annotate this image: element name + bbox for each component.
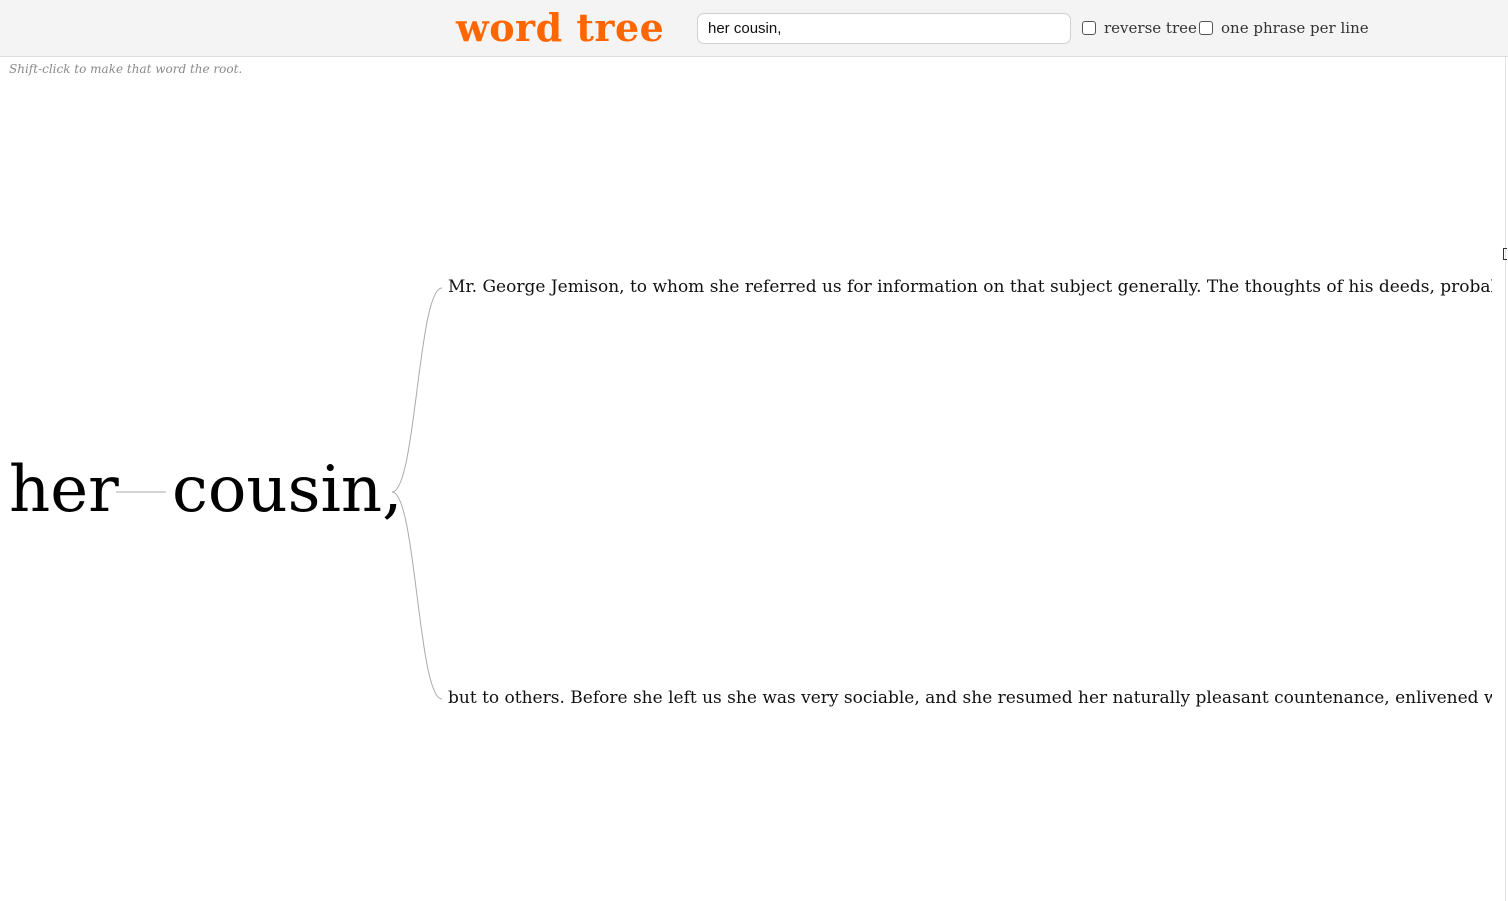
branch-phrase-1[interactable]: Mr. George Jemison, to whom she referred… [448,276,1492,298]
one-phrase-per-line-label: one phrase per line [1221,19,1369,37]
scroll-marker-icon [1503,248,1507,260]
search-input[interactable] [697,13,1071,44]
checkbox-icon[interactable] [1082,21,1096,35]
top-bar: word tree reverse tree one phrase per li… [0,0,1508,57]
reverse-tree-label: reverse tree [1104,19,1197,37]
root-word-cousin[interactable]: cousin, [172,458,402,522]
scrollbar-track[interactable] [1505,57,1506,901]
app-logo: word tree [456,5,665,50]
reverse-tree-checkbox[interactable]: reverse tree [1082,17,1197,39]
checkbox-icon[interactable] [1199,21,1213,35]
tree-connectors [116,287,443,700]
hint-text: Shift-click to make that word the root. [9,62,243,76]
branch-phrase-2[interactable]: but to others. Before she left us she wa… [448,687,1492,709]
one-phrase-per-line-checkbox[interactable]: one phrase per line [1199,17,1369,39]
root-word-her[interactable]: her [9,458,119,522]
